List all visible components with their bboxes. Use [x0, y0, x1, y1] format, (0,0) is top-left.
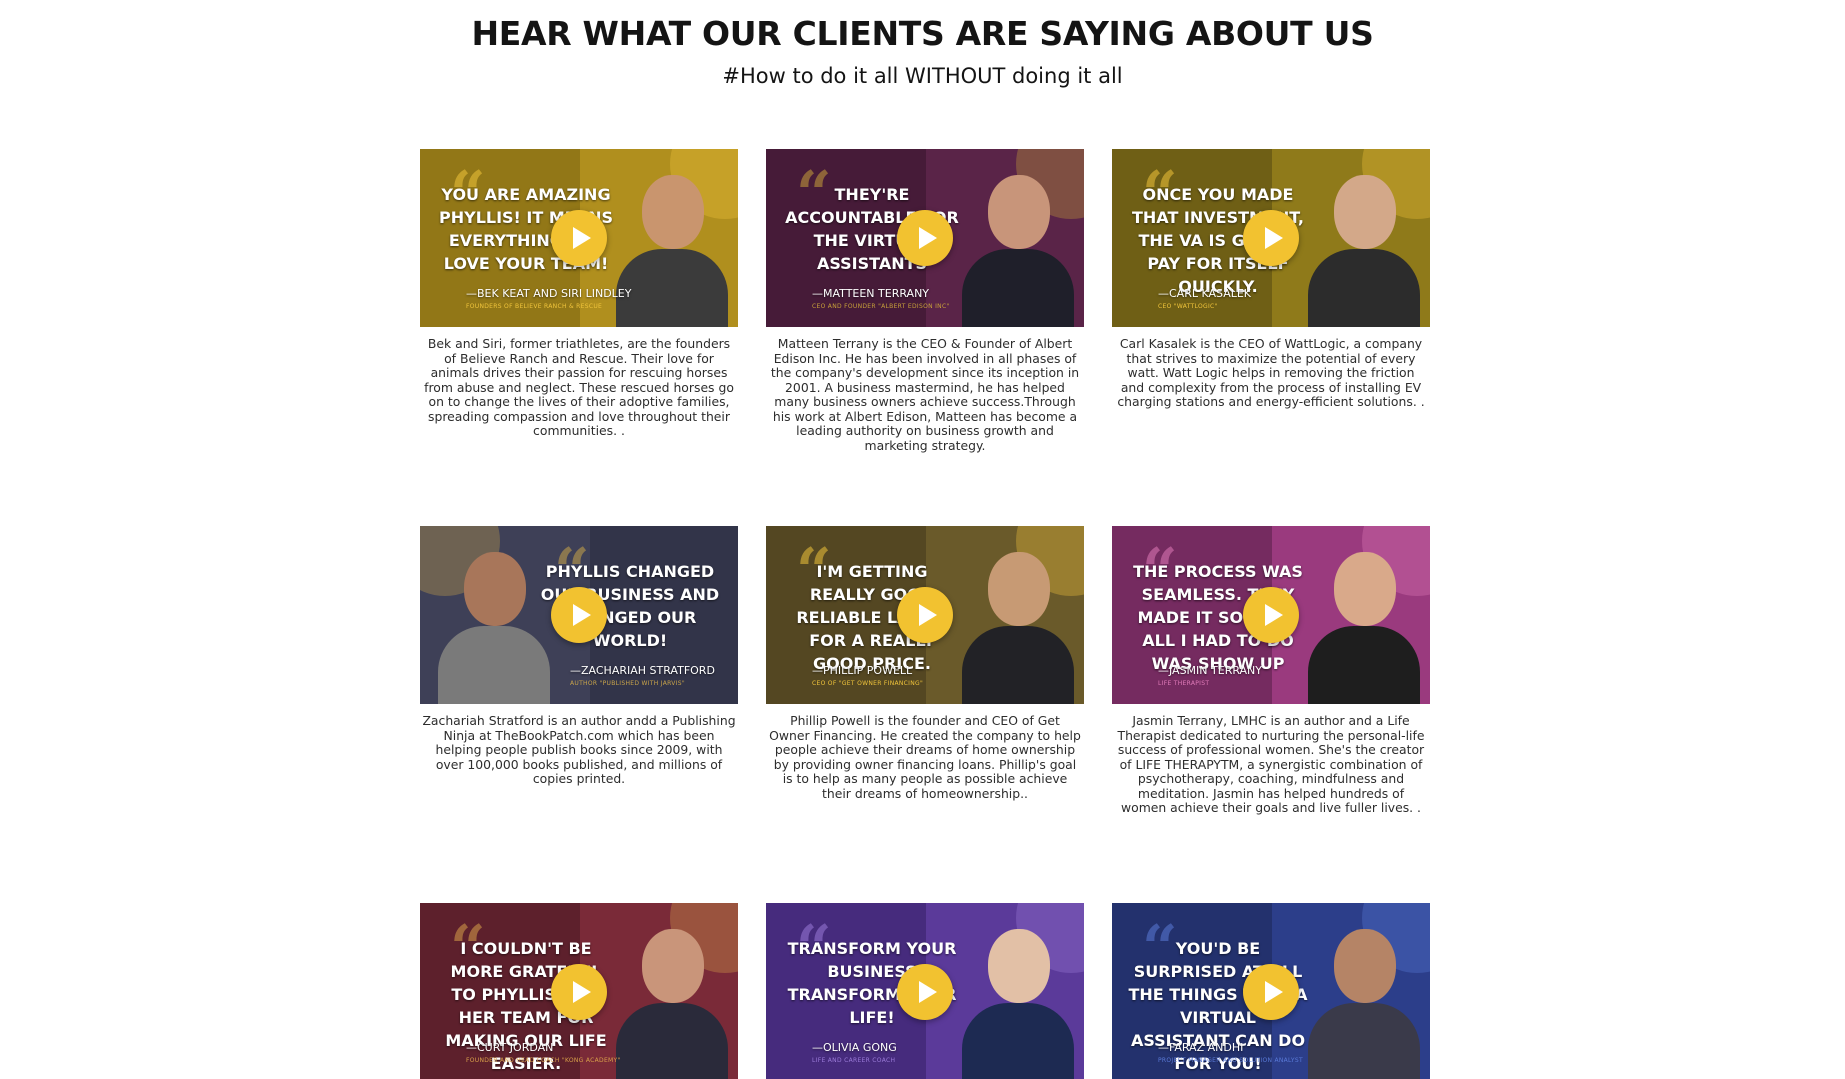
- video-thumbnail[interactable]: “ THE PROCESS WAS SEAMLESS. THEY MADE IT…: [1112, 526, 1430, 704]
- testimonial-card: “ PHYLLIS CHANGED OUR BUSINESS AND CHANG…: [420, 526, 738, 903]
- play-icon[interactable]: [897, 587, 953, 643]
- play-icon[interactable]: [897, 964, 953, 1020]
- person-photo: [1308, 921, 1420, 1079]
- person-head: [1334, 552, 1396, 626]
- person-photo: [616, 921, 728, 1079]
- person-head: [642, 175, 704, 249]
- person-photo: [438, 544, 550, 704]
- testimonial-description: Carl Kasalek is the CEO of WattLogic, a …: [1117, 336, 1425, 409]
- person-head: [988, 552, 1050, 626]
- person-head: [642, 929, 704, 1003]
- play-icon[interactable]: [1243, 964, 1299, 1020]
- video-thumbnail[interactable]: “ THEY'RE ACCOUNTABLE FOR THE VIRTUAL AS…: [766, 149, 1084, 327]
- play-icon[interactable]: [551, 964, 607, 1020]
- testimonial-grid: “ YOU ARE AMAZING PHYLLIS! IT MEANS EVER…: [420, 149, 1430, 1079]
- thumbnail-role: AUTHOR "PUBLISHED WITH JARVIS": [570, 680, 685, 687]
- testimonial-description: Zachariah Stratford is an author andd a …: [422, 713, 736, 786]
- thumbnail-author: —MATTEEN TERRANY: [812, 287, 930, 300]
- testimonial-card: “ ONCE YOU MADE THAT INVESTMENT, THE VA …: [1112, 149, 1430, 526]
- video-thumbnail[interactable]: “ TRANSFORM YOUR BUSINESS TRANSFORM YOUR…: [766, 903, 1084, 1079]
- person-head: [988, 929, 1050, 1003]
- testimonial-card: “ THEY'RE ACCOUNTABLE FOR THE VIRTUAL AS…: [766, 149, 1084, 526]
- testimonial-card: “ YOU ARE AMAZING PHYLLIS! IT MEANS EVER…: [420, 149, 738, 526]
- video-thumbnail[interactable]: “ ONCE YOU MADE THAT INVESTMENT, THE VA …: [1112, 149, 1430, 327]
- testimonial-description: Matteen Terrany is the CEO & Founder of …: [770, 336, 1080, 453]
- person-head: [1334, 175, 1396, 249]
- thumbnail-author: —JASMIN TERRANY: [1158, 664, 1263, 677]
- play-icon[interactable]: [1243, 587, 1299, 643]
- page-subtitle: #How to do it all WITHOUT doing it all: [722, 64, 1123, 88]
- person-head: [1334, 929, 1396, 1003]
- person-head: [988, 175, 1050, 249]
- thumbnail-author: —CARL KASALEK: [1158, 287, 1252, 300]
- thumbnail-author: —BEK KEAT AND SIRI LINDLEY: [466, 287, 632, 300]
- testimonial-card: “ YOU'D BE SURPRISED AT ALL THE THINGS T…: [1112, 903, 1430, 1079]
- person-torso: [438, 626, 550, 704]
- thumbnail-role: FOUNDER AND HEAD COACH "KONG ACADEMY": [466, 1057, 621, 1064]
- video-thumbnail[interactable]: “ PHYLLIS CHANGED OUR BUSINESS AND CHANG…: [420, 526, 738, 704]
- thumbnail-author: —OLIVIA GONG: [812, 1041, 897, 1054]
- testimonial-card: “ I COULDN'T BE MORE GRATEFUL TO PHYLLIS…: [420, 903, 738, 1079]
- thumbnail-author: —PHILLIP POWELL: [812, 664, 913, 677]
- thumbnail-role: CEO AND FOUNDER "ALBERT EDISON INC": [812, 303, 950, 310]
- person-head: [464, 552, 526, 626]
- thumbnail-role: LIFE THERAPIST: [1158, 680, 1210, 687]
- thumbnail-author: —FARAZ ANDHI: [1158, 1041, 1244, 1054]
- thumbnail-author: —CURT JORDAN: [466, 1041, 554, 1054]
- video-thumbnail[interactable]: “ YOU ARE AMAZING PHYLLIS! IT MEANS EVER…: [420, 149, 738, 327]
- thumbnail-role: FOUNDERS OF BELIEVE RANCH & RESCUE: [466, 303, 603, 310]
- testimonial-description: Jasmin Terrany, LMHC is an author and a …: [1117, 713, 1425, 815]
- person-photo: [962, 921, 1074, 1079]
- video-thumbnail[interactable]: “ I'M GETTING REALLY GOOD RELIABLE LABOR…: [766, 526, 1084, 704]
- play-icon[interactable]: [1243, 210, 1299, 266]
- thumbnail-role: LIFE AND CAREER COACH: [812, 1057, 896, 1064]
- testimonial-description: Bek and Siri, former triathletes, are th…: [424, 336, 734, 438]
- thumbnail-role: CEO "WATTLOGIC": [1158, 303, 1218, 310]
- play-icon[interactable]: [551, 587, 607, 643]
- testimonial-description: Phillip Powell is the founder and CEO of…: [769, 713, 1081, 801]
- thumbnail-role: CEO OF "GET OWNER FINANCING": [812, 680, 924, 687]
- video-thumbnail[interactable]: “ I COULDN'T BE MORE GRATEFUL TO PHYLLIS…: [420, 903, 738, 1079]
- play-icon[interactable]: [897, 210, 953, 266]
- video-thumbnail[interactable]: “ YOU'D BE SURPRISED AT ALL THE THINGS T…: [1112, 903, 1430, 1079]
- testimonial-card: “ I'M GETTING REALLY GOOD RELIABLE LABOR…: [766, 526, 1084, 903]
- page-title: HEAR WHAT OUR CLIENTS ARE SAYING ABOUT U…: [471, 14, 1374, 53]
- thumbnail-author: —ZACHARIAH STRATFORD: [570, 664, 715, 677]
- testimonial-card: “ THE PROCESS WAS SEAMLESS. THEY MADE IT…: [1112, 526, 1430, 903]
- testimonial-card: “ TRANSFORM YOUR BUSINESS TRANSFORM YOUR…: [766, 903, 1084, 1079]
- thumbnail-role: PROJECT MANAGER AND SOLUTION ANALYST: [1158, 1057, 1303, 1064]
- play-icon[interactable]: [551, 210, 607, 266]
